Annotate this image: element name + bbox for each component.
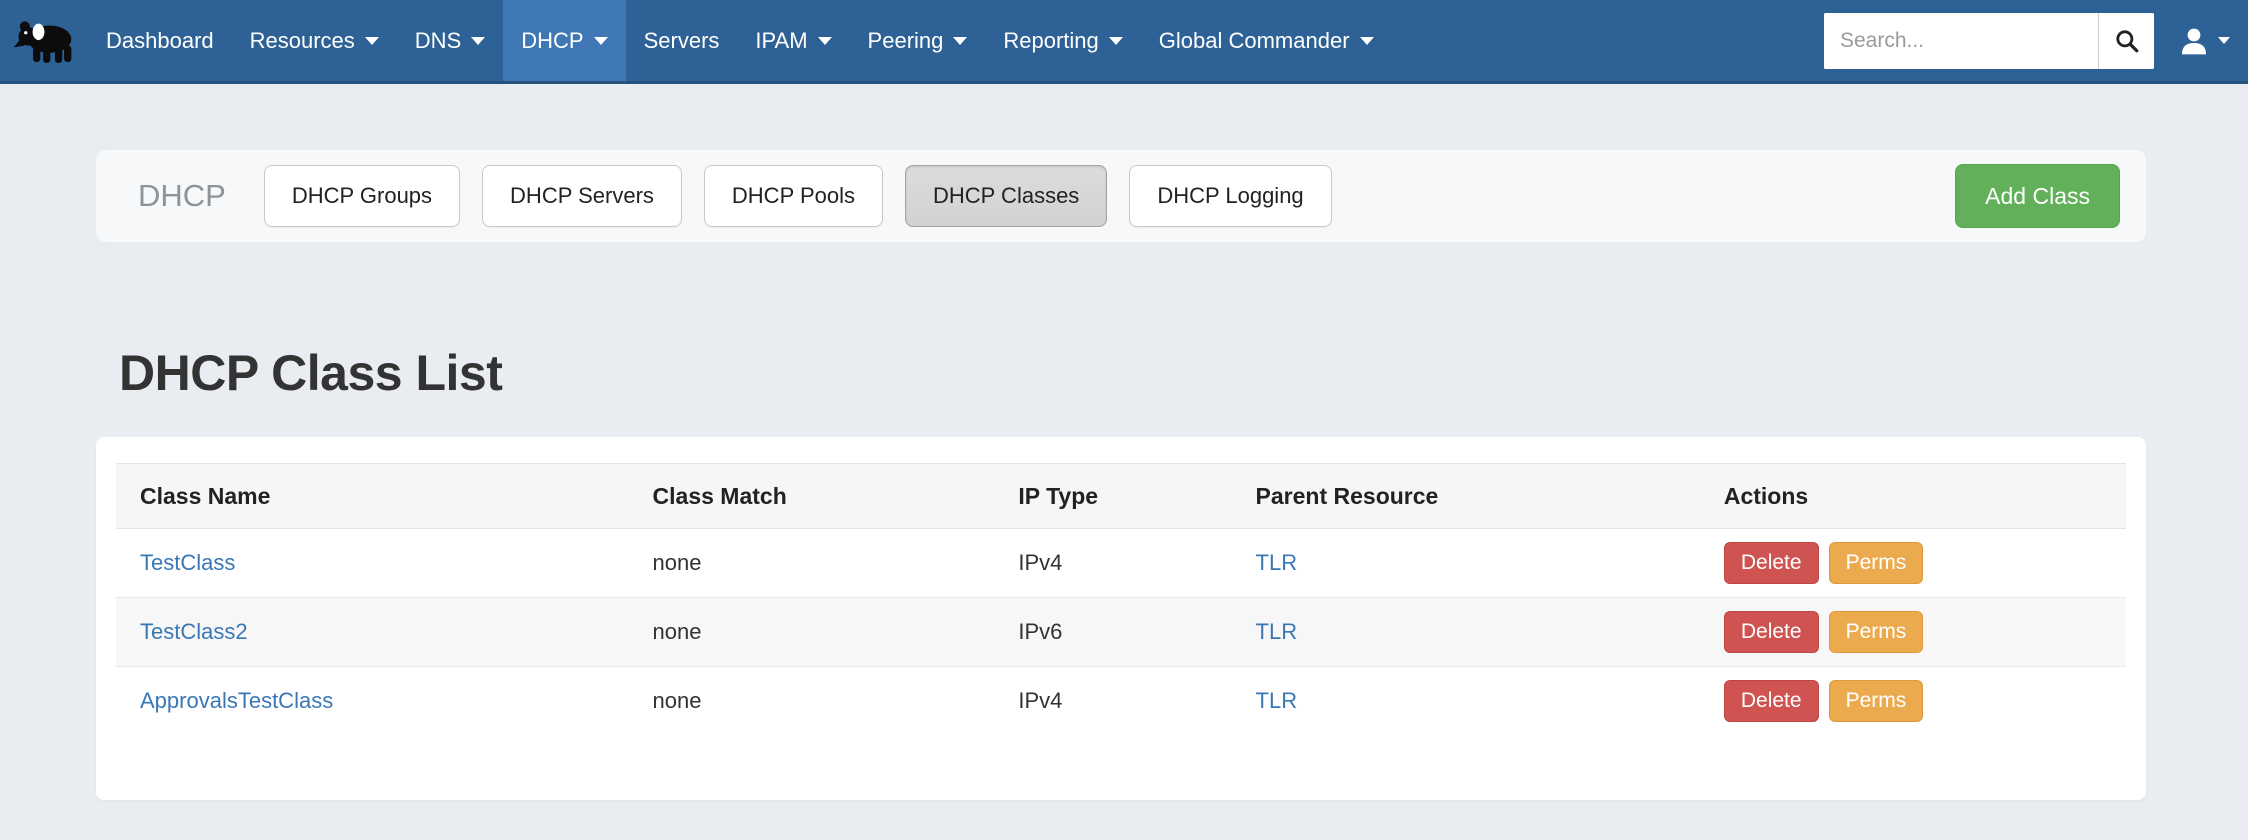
header-ip-type: IP Type (994, 463, 1232, 529)
class-name-link[interactable]: ApprovalsTestClass (140, 688, 333, 713)
table-row: TestClass2 none IPv6 TLR Delete Perms (116, 597, 2126, 667)
tab-list: DHCP Groups DHCP Servers DHCP Pools DHCP Cl… (263, 165, 1332, 227)
dhcp-class-table: Class Name Class Match IP Type Parent Re… (116, 463, 2126, 736)
class-match-cell: none (628, 666, 995, 736)
brand-logo[interactable] (0, 0, 88, 81)
nav-item-peering[interactable]: Peering (850, 0, 986, 81)
nav-item-label: Dashboard (106, 27, 214, 53)
nav-item-resources[interactable]: Resources (232, 0, 397, 81)
nav-item-dhcp[interactable]: DHCP (503, 0, 626, 81)
page-title: DHCP Class List (119, 345, 503, 401)
navbar-right (1824, 0, 2248, 81)
header-actions: Actions (1699, 463, 2126, 529)
header-class-match: Class Match (628, 463, 995, 529)
tab-dhcp-logging[interactable]: DHCP Logging (1129, 165, 1332, 227)
search-button[interactable] (2098, 12, 2154, 69)
delete-button[interactable]: Delete (1723, 542, 1819, 584)
ip-type-cell: IPv4 (994, 666, 1232, 736)
delete-button[interactable]: Delete (1723, 680, 1819, 723)
user-icon (2182, 28, 2206, 54)
tab-dhcp-pools[interactable]: DHCP Pools (703, 165, 883, 227)
table-header-row: Class Name Class Match IP Type Parent Re… (116, 463, 2126, 529)
caret-down-icon (953, 36, 968, 45)
top-navbar: Dashboard Resources DNS DHCP Servers IPA… (0, 0, 2248, 84)
class-match-cell: none (628, 597, 995, 667)
table-row: TestClass none IPv4 TLR Delete Perms (116, 529, 2126, 598)
nav-item-dashboard[interactable]: Dashboard (88, 0, 232, 81)
table-body: TestClass none IPv4 TLR Delete Perms Test… (116, 529, 2126, 736)
nav-items: Dashboard Resources DNS DHCP Servers IPA… (88, 0, 1392, 81)
search-icon (2115, 29, 2138, 52)
parent-resource-link[interactable]: TLR (1256, 619, 1298, 644)
actions-cell: Delete Perms (1699, 597, 2126, 667)
nav-item-label: Servers (643, 27, 720, 53)
dhcp-toolbar: DHCP DHCP Groups DHCP Servers DHCP Pools DH… (96, 150, 2146, 242)
caret-down-icon (1108, 36, 1123, 45)
caret-down-icon (364, 36, 379, 45)
caret-down-icon (471, 36, 486, 45)
perms-button[interactable]: Perms (1828, 611, 1924, 653)
actions-cell: Delete Perms (1699, 666, 2126, 736)
chevron-down-icon (2218, 37, 2230, 44)
ip-type-cell: IPv6 (994, 597, 1232, 667)
table-row: ApprovalsTestClass none IPv4 TLR Delete P… (116, 666, 2126, 736)
parent-resource-link[interactable]: TLR (1256, 550, 1298, 575)
class-name-link[interactable]: TestClass (140, 550, 235, 575)
caret-down-icon (1359, 36, 1374, 45)
tab-dhcp-classes[interactable]: DHCP Classes (905, 165, 1108, 227)
nav-item-label: IPAM (755, 27, 808, 53)
panda-icon (13, 20, 72, 63)
search-group (1824, 12, 2154, 69)
class-name-link[interactable]: TestClass2 (140, 619, 248, 644)
caret-down-icon (817, 36, 832, 45)
caret-down-icon (593, 36, 608, 45)
nav-item-label: Peering (867, 27, 944, 53)
nav-item-label: DNS (414, 27, 462, 53)
tab-dhcp-groups[interactable]: DHCP Groups (263, 165, 461, 227)
perms-button[interactable]: Perms (1828, 542, 1924, 584)
nav-item-label: Resources (249, 27, 355, 53)
nav-item-label: DHCP (521, 27, 584, 53)
parent-resource-link[interactable]: TLR (1256, 688, 1298, 713)
nav-item-label: Global Commander (1158, 27, 1350, 53)
tab-dhcp-servers[interactable]: DHCP Servers (482, 165, 682, 227)
header-class-name: Class Name (116, 463, 629, 529)
nav-item-servers[interactable]: Servers (626, 0, 738, 81)
delete-button[interactable]: Delete (1723, 611, 1819, 653)
user-menu[interactable] (2178, 25, 2230, 57)
nav-item-ipam[interactable]: IPAM (737, 0, 849, 81)
nav-item-global-commander[interactable]: Global Commander (1141, 0, 1392, 81)
actions-cell: Delete Perms (1700, 529, 2126, 598)
nav-item-dns[interactable]: DNS (397, 0, 503, 81)
perms-button[interactable]: Perms (1828, 680, 1924, 723)
nav-item-reporting[interactable]: Reporting (985, 0, 1140, 81)
dhcp-class-table-card: Class Name Class Match IP Type Parent Re… (96, 437, 2146, 800)
section-title: DHCP (138, 178, 226, 213)
add-class-button[interactable]: Add Class (1955, 164, 2120, 228)
nav-item-label: Reporting (1003, 27, 1099, 53)
header-parent-resource: Parent Resource (1231, 463, 1700, 529)
search-input[interactable] (1824, 12, 2098, 69)
class-match-cell: none (652, 550, 702, 575)
ip-type-cell: IPv4 (1018, 550, 1063, 575)
